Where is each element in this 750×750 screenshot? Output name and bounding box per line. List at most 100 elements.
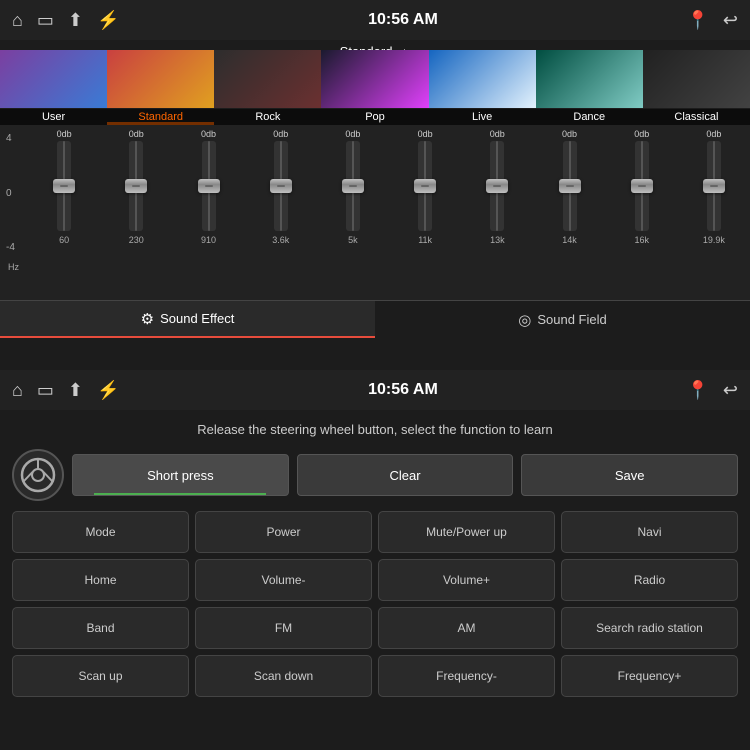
eq-band-11khz[interactable]: 0db 11k	[389, 129, 461, 245]
bottom-usb-icon[interactable]: ⚡	[97, 380, 119, 401]
bottom-window-icon[interactable]: ▭	[37, 380, 54, 401]
func-band[interactable]: Band	[12, 607, 189, 649]
eq-freq-60hz: 60	[59, 235, 69, 245]
eq-band-3k6hz[interactable]: 0db 3.6k	[245, 129, 317, 245]
db-label-neg4: -4	[6, 242, 15, 253]
bottom-location-icon[interactable]: 📍	[686, 380, 708, 401]
eq-band-199khz[interactable]: 0db 19.9k	[678, 129, 750, 245]
window-icon[interactable]: ▭	[37, 10, 54, 31]
back-icon[interactable]: ↩	[723, 10, 738, 31]
func-fm[interactable]: FM	[195, 607, 372, 649]
usb-icon[interactable]: ⚡	[97, 10, 119, 31]
eq-freq-14khz: 14k	[562, 235, 577, 245]
preset-user[interactable]: User	[0, 50, 107, 125]
eq-slider-track-3k6hz[interactable]	[274, 141, 288, 231]
eq-freq-3k6hz: 3.6k	[272, 235, 289, 245]
func-mute-power-up[interactable]: Mute/Power up	[378, 511, 555, 553]
eq-slider-track-910hz[interactable]	[202, 141, 216, 231]
eq-slider-track-199khz[interactable]	[707, 141, 721, 231]
preset-dance-label: Dance	[536, 109, 643, 125]
func-volume-down[interactable]: Volume-	[195, 559, 372, 601]
top-clock: 10:56 AM	[368, 11, 438, 29]
eq-slider-track-5khz[interactable]	[346, 141, 360, 231]
steering-wheel-learn-panel: ⌂ ▭ ⬆ ⚡ 10:56 AM 📍 ↩ Release the steerin…	[0, 370, 750, 750]
func-freq-up[interactable]: Frequency+	[561, 655, 738, 697]
hz-label: Hz	[8, 262, 19, 272]
eq-band-5khz-db: 0db	[345, 129, 360, 139]
bottom-up-icon[interactable]: ⬆	[68, 380, 83, 401]
eq-freq-199khz: 19.9k	[703, 235, 725, 245]
eq-band-14khz[interactable]: 0db 14k	[533, 129, 605, 245]
eq-slider-track-13khz[interactable]	[490, 141, 504, 231]
equalizer-panel: ⌂ ▭ ⬆ ⚡ 10:56 AM 📍 ↩ Standard ▲ User Sta…	[0, 0, 750, 370]
short-press-button[interactable]: Short press	[72, 454, 289, 496]
controls-row: Short press Clear Save	[0, 445, 750, 505]
preset-live[interactable]: Live	[429, 50, 536, 125]
eq-slider-track-230hz[interactable]	[129, 141, 143, 231]
preset-pop-label: Pop	[321, 109, 428, 125]
preset-live-label: Live	[429, 109, 536, 125]
func-navi[interactable]: Navi	[561, 511, 738, 553]
bottom-home-icon[interactable]: ⌂	[12, 380, 23, 401]
save-button[interactable]: Save	[521, 454, 738, 496]
eq-slider-track-11khz[interactable]	[418, 141, 432, 231]
func-mode[interactable]: Mode	[12, 511, 189, 553]
func-home[interactable]: Home	[12, 559, 189, 601]
eq-band-13khz[interactable]: 0db 13k	[461, 129, 533, 245]
eq-freq-910hz: 910	[201, 235, 216, 245]
bottom-back-icon[interactable]: ↩	[723, 380, 738, 401]
eq-band-910hz[interactable]: 0db 910	[172, 129, 244, 245]
sound-field-icon: ◎	[518, 311, 531, 329]
bottom-status-right: 📍 ↩	[686, 380, 738, 401]
func-am[interactable]: AM	[378, 607, 555, 649]
sound-effect-icon: ⚙	[141, 310, 154, 328]
eq-band-60hz[interactable]: 0db 60	[28, 129, 100, 245]
up-arrows-icon[interactable]: ⬆	[68, 10, 83, 31]
eq-slider-track-14khz[interactable]	[563, 141, 577, 231]
eq-band-13khz-db: 0db	[490, 129, 505, 139]
preset-dance[interactable]: Dance	[536, 50, 643, 125]
save-label: Save	[615, 468, 645, 483]
eq-freq-5khz: 5k	[348, 235, 358, 245]
eq-presets-row: Standard ▲ User Standard Rock Pop Live D…	[0, 40, 750, 125]
func-power[interactable]: Power	[195, 511, 372, 553]
eq-band-5khz[interactable]: 0db 5k	[317, 129, 389, 245]
preset-classical[interactable]: Classical	[643, 50, 750, 125]
tab-sound-field[interactable]: ◎ Sound Field	[375, 301, 750, 338]
eq-freq-13khz: 13k	[490, 235, 505, 245]
func-radio[interactable]: Radio	[561, 559, 738, 601]
clear-label: Clear	[389, 468, 420, 483]
func-scan-up[interactable]: Scan up	[12, 655, 189, 697]
func-freq-down[interactable]: Frequency-	[378, 655, 555, 697]
eq-freq-16khz: 16k	[634, 235, 649, 245]
eq-band-11khz-db: 0db	[418, 129, 433, 139]
preset-standard[interactable]: Standard	[107, 50, 214, 125]
eq-band-16khz[interactable]: 0db 16k	[606, 129, 678, 245]
func-search-radio[interactable]: Search radio station	[561, 607, 738, 649]
preset-rock-label: Rock	[214, 109, 321, 125]
eq-band-60hz-db: 0db	[57, 129, 72, 139]
steering-wheel-icon	[12, 449, 64, 501]
tab-sound-effect[interactable]: ⚙ Sound Effect	[0, 301, 375, 338]
eq-slider-track-60hz[interactable]	[57, 141, 71, 231]
home-icon[interactable]: ⌂	[12, 10, 23, 31]
function-buttons-grid: Mode Power Mute/Power up Navi Home Volum…	[0, 505, 750, 703]
func-volume-up[interactable]: Volume+	[378, 559, 555, 601]
func-scan-down[interactable]: Scan down	[195, 655, 372, 697]
eq-slider-track-16khz[interactable]	[635, 141, 649, 231]
location-icon[interactable]: 📍	[686, 10, 708, 31]
bottom-status-bar: ⌂ ▭ ⬆ ⚡ 10:56 AM 📍 ↩	[0, 370, 750, 410]
preset-classical-label: Classical	[643, 109, 750, 125]
eq-band-230hz[interactable]: 0db 230	[100, 129, 172, 245]
clear-button[interactable]: Clear	[297, 454, 514, 496]
top-status-bar: ⌂ ▭ ⬆ ⚡ 10:56 AM 📍 ↩	[0, 0, 750, 40]
eq-band-14khz-db: 0db	[562, 129, 577, 139]
preset-user-label: User	[0, 109, 107, 125]
bottom-status-left: ⌂ ▭ ⬆ ⚡	[12, 380, 119, 401]
preset-standard-label: Standard	[107, 109, 214, 125]
eq-band-16khz-db: 0db	[634, 129, 649, 139]
short-press-label: Short press	[147, 468, 213, 483]
preset-rock[interactable]: Rock	[214, 50, 321, 125]
eq-sliders: 0db 60 0db 230 0db	[28, 125, 750, 285]
preset-pop[interactable]: Pop	[321, 50, 428, 125]
